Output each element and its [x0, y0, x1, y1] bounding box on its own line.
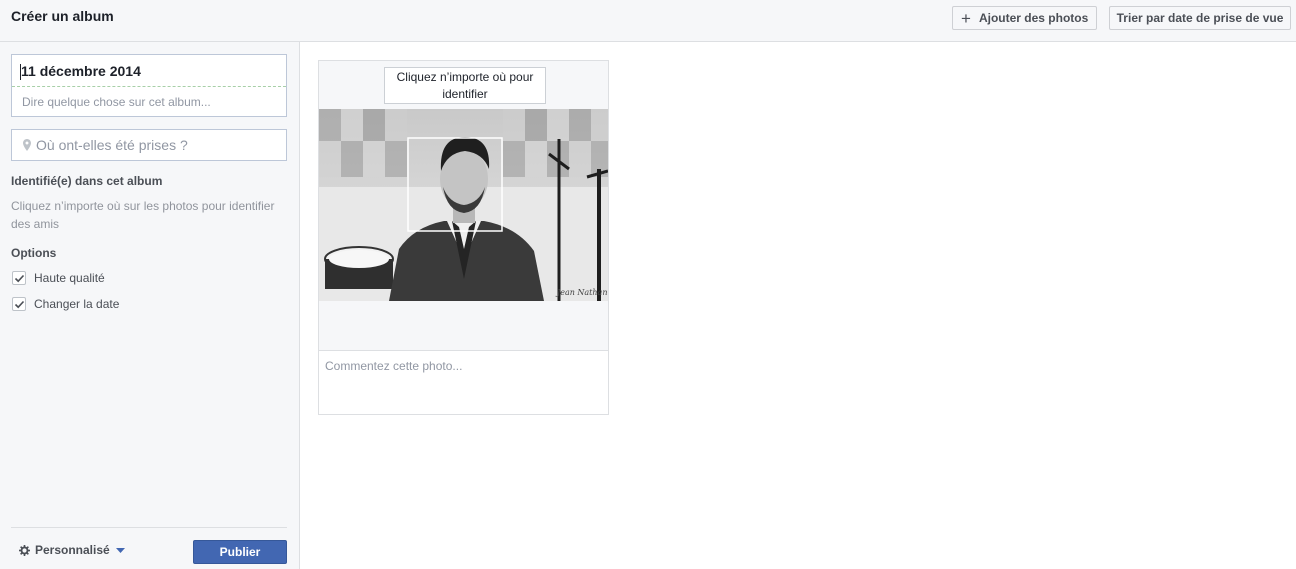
sort-by-date-label: Trier par date de prise de vue	[1116, 11, 1284, 25]
privacy-label: Personnalisé	[35, 543, 110, 557]
high-quality-label: Haute qualité	[34, 271, 105, 285]
high-quality-checkbox[interactable]	[12, 271, 26, 285]
comment-placeholder: Commentez cette photo...	[325, 359, 463, 373]
album-photo[interactable]: Jean Nathan	[319, 109, 608, 301]
tagged-description: Cliquez n’importe où sur les photos pour…	[11, 199, 275, 231]
change-date-checkbox[interactable]	[12, 297, 26, 311]
location-input[interactable]: Où ont-elles été prises ?	[11, 129, 287, 161]
location-placeholder: Où ont-elles été prises ?	[36, 137, 188, 153]
option-high-quality[interactable]: Haute qualité	[12, 271, 105, 285]
photo-signature: Jean Nathan	[555, 288, 607, 297]
checkmark-icon	[14, 300, 25, 309]
tag-hint-tooltip: Cliquez n’importe où pour identifier	[384, 67, 546, 104]
option-change-date[interactable]: Changer la date	[12, 297, 119, 311]
album-title-input[interactable]: 11 décembre 2014	[21, 63, 141, 79]
map-pin-icon	[23, 139, 31, 151]
footer-divider	[11, 527, 287, 528]
publish-button[interactable]: Publier	[193, 540, 287, 564]
photo-card: Cliquez n’importe où pour identifier Jea…	[318, 60, 609, 415]
top-bar: Créer un album + Ajouter des photos Trie…	[0, 0, 1296, 42]
privacy-selector[interactable]: Personnalisé	[19, 543, 125, 557]
change-date-label: Changer la date	[34, 297, 120, 311]
sort-by-date-button[interactable]: Trier par date de prise de vue	[1109, 6, 1291, 30]
plus-icon: +	[961, 8, 971, 28]
divider	[12, 86, 286, 87]
tagged-heading: Identifié(e) dans cet album	[11, 174, 163, 188]
album-description-input[interactable]: Dire quelque chose sur cet album...	[22, 95, 211, 109]
gear-icon	[19, 544, 30, 556]
checkmark-icon	[14, 274, 25, 283]
album-info-box: 11 décembre 2014 Dire quelque chose sur …	[11, 54, 287, 117]
add-photos-button[interactable]: + Ajouter des photos	[952, 6, 1097, 30]
photo-image: Jean Nathan	[319, 109, 608, 301]
chevron-down-icon	[115, 547, 125, 553]
sidebar: 11 décembre 2014 Dire quelque chose sur …	[0, 42, 300, 569]
options-heading: Options	[11, 246, 57, 260]
page-title: Créer un album	[11, 8, 114, 24]
add-photos-label: Ajouter des photos	[978, 11, 1089, 25]
comment-input[interactable]: Commentez cette photo...	[319, 350, 608, 414]
